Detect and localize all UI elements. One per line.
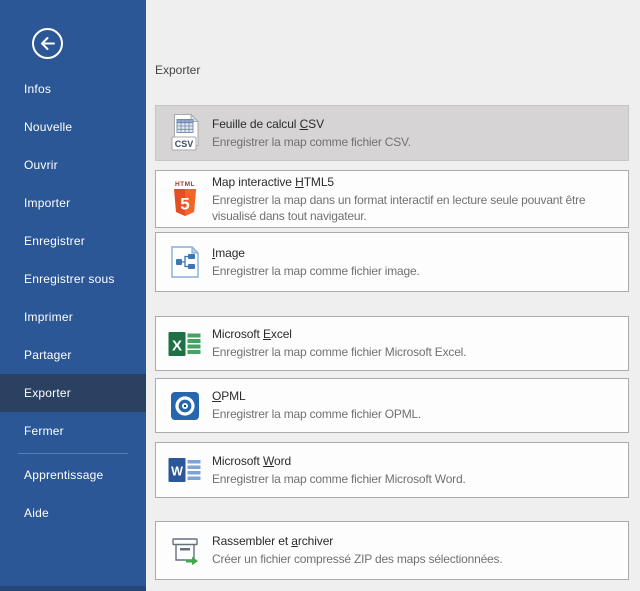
export-option-title: Microsoft Word bbox=[212, 454, 624, 469]
excel-icon: X bbox=[168, 329, 202, 359]
export-option-text: Microsoft Word Enregistrer la map comme … bbox=[212, 454, 624, 487]
svg-text:X: X bbox=[172, 337, 182, 354]
sidebar-menu: Infos Nouvelle Ouvrir Importer Enregistr… bbox=[0, 70, 146, 532]
sidebar-item-exporter[interactable]: Exporter bbox=[0, 374, 146, 412]
export-option-text: Rassembler et archiver Créer un fichier … bbox=[212, 534, 624, 567]
sidebar-divider bbox=[18, 453, 128, 454]
export-option-title: Feuille de calcul CSV bbox=[212, 117, 624, 132]
export-option-title: Image bbox=[212, 246, 624, 261]
sidebar-item-label: Nouvelle bbox=[24, 120, 72, 134]
export-option-title: Map interactive HTML5 bbox=[212, 175, 624, 190]
pack-and-go-icon bbox=[168, 536, 202, 566]
export-panel: Exporter CSV Feuille de calcul bbox=[146, 0, 640, 591]
export-option-pack-and-go[interactable]: Rassembler et archiver Créer un fichier … bbox=[155, 521, 629, 580]
export-option-excel[interactable]: X Microsoft Excel Enregistrer la map com… bbox=[155, 316, 629, 371]
html5-icon: HTML 5 bbox=[168, 179, 202, 219]
export-option-opml[interactable]: OPML Enregistrer la map comme fichier OP… bbox=[155, 378, 629, 433]
export-option-text: Map interactive HTML5 Enregistrer la map… bbox=[212, 175, 624, 224]
sidebar-item-imprimer[interactable]: Imprimer bbox=[0, 298, 146, 336]
sidebar-item-label: Aide bbox=[24, 506, 49, 520]
sidebar-item-infos[interactable]: Infos bbox=[0, 70, 146, 108]
svg-text:HTML: HTML bbox=[175, 181, 195, 188]
sidebar-item-ouvrir[interactable]: Ouvrir bbox=[0, 146, 146, 184]
export-option-text: Image Enregistrer la map comme fichier i… bbox=[212, 246, 624, 279]
export-option-desc: Enregistrer la map comme fichier Microso… bbox=[212, 344, 624, 360]
sidebar-item-label: Exporter bbox=[24, 386, 71, 400]
sidebar-item-enregistrer-sous[interactable]: Enregistrer sous bbox=[0, 260, 146, 298]
export-option-desc: Enregistrer la map comme fichier CSV. bbox=[212, 134, 624, 150]
sidebar-item-label: Enregistrer sous bbox=[24, 272, 115, 286]
export-option-word[interactable]: W Microsoft Word Enregistrer la map comm… bbox=[155, 442, 629, 498]
sidebar: Infos Nouvelle Ouvrir Importer Enregistr… bbox=[0, 0, 146, 591]
sidebar-item-nouvelle[interactable]: Nouvelle bbox=[0, 108, 146, 146]
svg-text:CSV: CSV bbox=[174, 139, 193, 149]
export-option-image[interactable]: Image Enregistrer la map comme fichier i… bbox=[155, 232, 629, 292]
sidebar-item-aide[interactable]: Aide bbox=[0, 494, 146, 532]
opml-icon bbox=[168, 391, 202, 421]
sidebar-item-label: Infos bbox=[24, 82, 51, 96]
export-options-list: CSV Feuille de calcul CSV Enregistrer la… bbox=[155, 105, 629, 580]
word-icon: W bbox=[168, 455, 202, 485]
sidebar-item-label: Ouvrir bbox=[24, 158, 58, 172]
backstage-view: Infos Nouvelle Ouvrir Importer Enregistr… bbox=[0, 0, 640, 591]
export-option-desc: Créer un fichier compressé ZIP des maps … bbox=[212, 551, 624, 567]
sidebar-item-importer[interactable]: Importer bbox=[0, 184, 146, 222]
sidebar-item-label: Fermer bbox=[24, 424, 64, 438]
back-button[interactable] bbox=[31, 27, 64, 60]
sidebar-item-label: Enregistrer bbox=[24, 234, 85, 248]
export-option-title: Rassembler et archiver bbox=[212, 534, 624, 549]
export-option-title: Microsoft Excel bbox=[212, 327, 624, 342]
export-option-text: Feuille de calcul CSV Enregistrer la map… bbox=[212, 117, 624, 150]
export-option-text: Microsoft Excel Enregistrer la map comme… bbox=[212, 327, 624, 360]
export-option-desc: Enregistrer la map comme fichier OPML. bbox=[212, 406, 624, 422]
page-title: Exporter bbox=[155, 63, 200, 77]
export-option-csv[interactable]: CSV Feuille de calcul CSV Enregistrer la… bbox=[155, 105, 629, 161]
export-option-desc: Enregistrer la map comme fichier image. bbox=[212, 263, 624, 279]
sidebar-bottom-strip bbox=[0, 586, 146, 591]
export-option-title: OPML bbox=[212, 389, 624, 404]
back-arrow-icon bbox=[31, 47, 64, 64]
image-file-icon bbox=[168, 245, 202, 279]
export-option-text: OPML Enregistrer la map comme fichier OP… bbox=[212, 389, 624, 422]
sidebar-item-fermer[interactable]: Fermer bbox=[0, 412, 146, 450]
svg-text:W: W bbox=[171, 465, 183, 479]
sidebar-item-label: Partager bbox=[24, 348, 72, 362]
sidebar-item-label: Apprentissage bbox=[24, 468, 103, 482]
sidebar-item-partager[interactable]: Partager bbox=[0, 336, 146, 374]
sidebar-item-apprentissage[interactable]: Apprentissage bbox=[0, 456, 146, 494]
sidebar-item-enregistrer[interactable]: Enregistrer bbox=[0, 222, 146, 260]
svg-text:5: 5 bbox=[180, 195, 189, 214]
sidebar-item-label: Imprimer bbox=[24, 310, 73, 324]
export-option-html5[interactable]: HTML 5 Map interactive HTML5 Enregistrer… bbox=[155, 170, 629, 228]
sidebar-item-label: Importer bbox=[24, 196, 70, 210]
export-option-desc: Enregistrer la map dans un format intera… bbox=[212, 192, 624, 224]
csv-file-icon: CSV bbox=[168, 113, 202, 153]
export-option-desc: Enregistrer la map comme fichier Microso… bbox=[212, 471, 624, 487]
